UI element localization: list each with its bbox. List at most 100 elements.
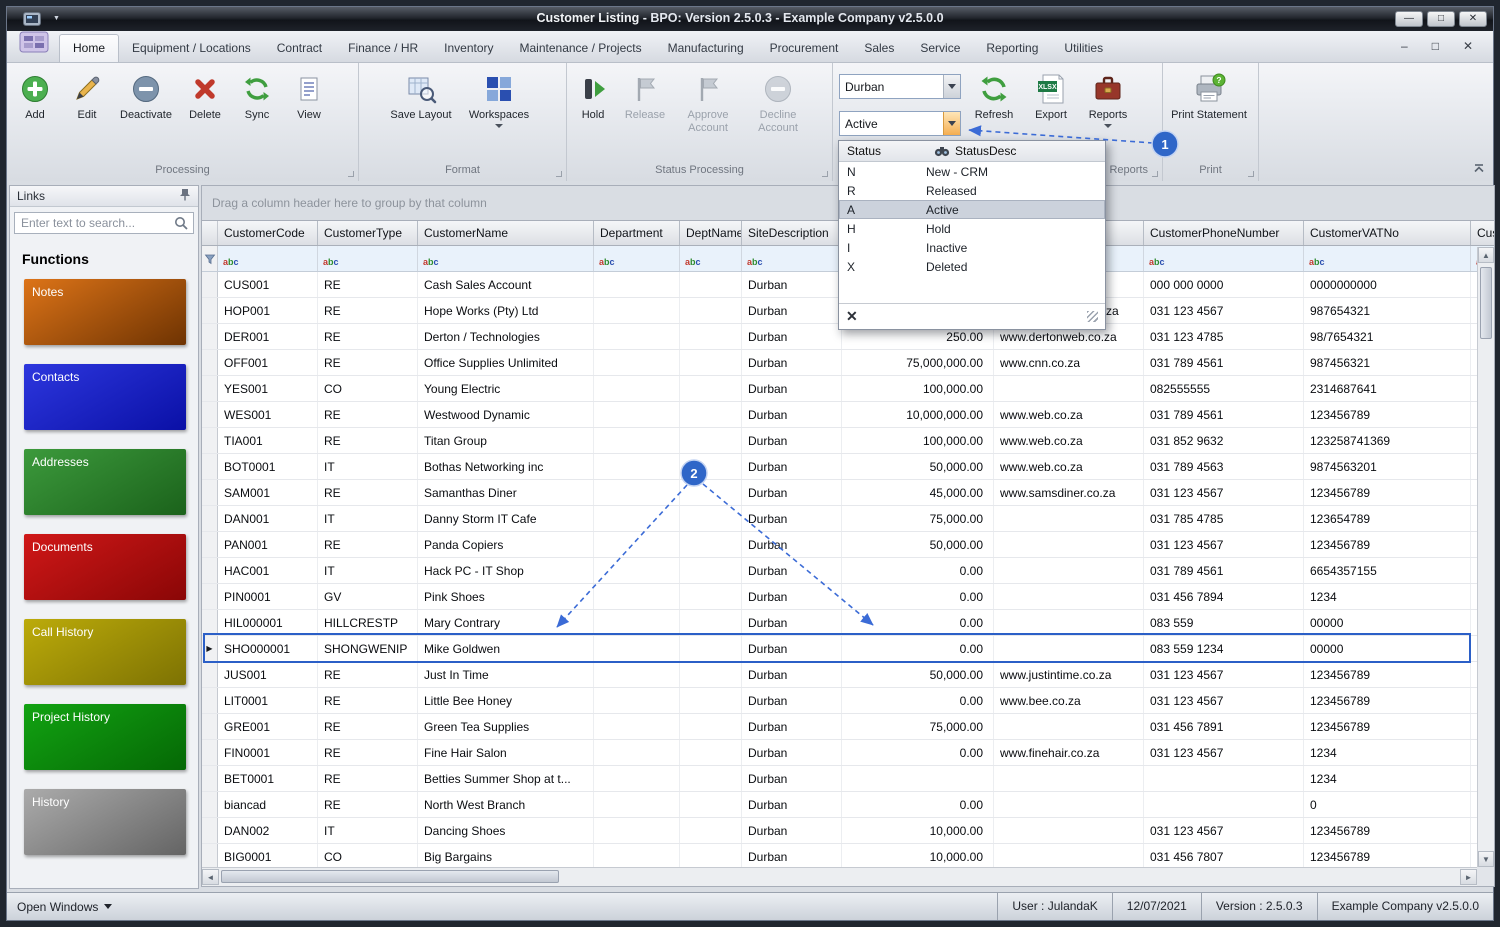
status-option-new-crm[interactable]: N New - CRM: [839, 162, 1105, 181]
tab-contract[interactable]: Contract: [264, 35, 335, 62]
table-row-fin0001[interactable]: FIN0001 RE Fine Hair Salon Durban 0.00 www.fi…: [202, 740, 1494, 766]
tab-utilities[interactable]: Utilities: [1051, 35, 1116, 62]
scroll-left-arrow-icon[interactable]: ◄: [202, 869, 219, 885]
sidebar-tile-history[interactable]: History: [24, 789, 186, 855]
resize-grip-icon[interactable]: [1087, 310, 1098, 322]
vertical-scrollbar[interactable]: ▲ ▼: [1477, 247, 1494, 867]
filter-cell-customername[interactable]: abc: [418, 246, 594, 271]
column-header-customervatno[interactable]: CustomerVATNo: [1304, 221, 1471, 245]
table-row-lit0001[interactable]: LIT0001 RE Little Bee Honey Durban 0.00 www.b…: [202, 688, 1494, 714]
table-row-hil000001[interactable]: HIL000001 HILLCRESTP Mary Contrary Durban 0.…: [202, 610, 1494, 636]
site-filter-combo[interactable]: Durban: [839, 74, 961, 99]
sidebar-tile-call-history[interactable]: Call History: [24, 619, 186, 685]
table-row-pin0001[interactable]: PIN0001 GV Pink Shoes Durban 0.00 031 456 789…: [202, 584, 1494, 610]
scroll-up-arrow-icon[interactable]: ▲: [1478, 247, 1494, 263]
tab-inventory[interactable]: Inventory: [431, 35, 506, 62]
filter-cell-customercode[interactable]: abc: [218, 246, 318, 271]
tab-reporting[interactable]: Reporting: [973, 35, 1051, 62]
site-combo-dropdown-button[interactable]: [943, 75, 960, 98]
search-input[interactable]: [14, 212, 194, 234]
status-option-hold[interactable]: H Hold: [839, 219, 1105, 238]
export-button[interactable]: XLSX Export: [1023, 67, 1079, 122]
hold-button[interactable]: Hold: [569, 67, 617, 122]
filter-cell-department[interactable]: abc: [594, 246, 680, 271]
sidebar-tile-notes[interactable]: Notes: [24, 279, 186, 345]
reports-button[interactable]: Reports: [1079, 67, 1137, 128]
status-combo-dropdown-button[interactable]: [943, 112, 960, 135]
tab-maintenance-projects[interactable]: Maintenance / Projects: [507, 35, 655, 62]
table-row-gre001[interactable]: GRE001 RE Green Tea Supplies Durban 75,000.0…: [202, 714, 1494, 740]
table-row-dan001[interactable]: DAN001 IT Danny Storm IT Cafe Durban 75,000.…: [202, 506, 1494, 532]
column-header-sitedescription[interactable]: SiteDescription: [742, 221, 842, 245]
workspaces-button[interactable]: Workspaces: [459, 67, 539, 128]
status-option-active[interactable]: A Active: [839, 200, 1105, 219]
filter-cell-customervatno[interactable]: abc: [1304, 246, 1471, 271]
maximize-button[interactable]: □: [1427, 11, 1455, 27]
tab-finance-hr[interactable]: Finance / HR: [335, 35, 431, 62]
status-column-header[interactable]: Status: [839, 144, 934, 158]
table-row-sho000001[interactable]: ▶ SHO000001 SHONGWENIP Mike Goldwen Durban 0.…: [202, 636, 1494, 662]
status-filter-combo[interactable]: Active: [839, 111, 961, 136]
status-option-inactive[interactable]: I Inactive: [839, 238, 1105, 257]
ribbon-restore-icon[interactable]: □: [1432, 39, 1439, 53]
table-row-dan002[interactable]: DAN002 IT Dancing Shoes Durban 10,000.00 031 …: [202, 818, 1494, 844]
sidebar-tile-contacts[interactable]: Contacts: [24, 364, 186, 430]
tab-manufacturing[interactable]: Manufacturing: [655, 35, 757, 62]
table-row-yes001[interactable]: YES001 CO Young Electric Durban 100,000.00 08…: [202, 376, 1494, 402]
table-row-off001[interactable]: OFF001 RE Office Supplies Unlimited Durban 7…: [202, 350, 1494, 376]
table-row-biancad[interactable]: biancad RE North West Branch Durban 0.00 0: [202, 792, 1494, 818]
view-button[interactable]: View: [283, 67, 335, 122]
tab-equipment-locations[interactable]: Equipment / Locations: [119, 35, 264, 62]
app-logo-icon[interactable]: [19, 31, 49, 58]
collapse-ribbon-icon[interactable]: [1473, 160, 1485, 178]
table-row-bot0001[interactable]: BOT0001 IT Bothas Networking inc Durban 50,0…: [202, 454, 1494, 480]
tab-sales[interactable]: Sales: [851, 35, 907, 62]
filter-cell-sitedescription[interactable]: abc: [742, 246, 842, 271]
decline-account-button[interactable]: Decline Account: [743, 67, 813, 134]
filter-cell-customertype[interactable]: abc: [318, 246, 418, 271]
table-row-wes001[interactable]: WES001 RE Westwood Dynamic Durban 10,000,000…: [202, 402, 1494, 428]
release-button[interactable]: Release: [617, 67, 673, 122]
delete-button[interactable]: Delete: [179, 67, 231, 122]
status-option-released[interactable]: R Released: [839, 181, 1105, 200]
close-button[interactable]: ✕: [1459, 11, 1487, 27]
deactivate-button[interactable]: Deactivate: [113, 67, 179, 122]
print-statement-button[interactable]: ? Print Statement: [1165, 67, 1253, 122]
edit-button[interactable]: Edit: [61, 67, 113, 122]
scroll-right-arrow-icon[interactable]: ►: [1460, 869, 1477, 885]
column-header-customername[interactable]: CustomerName: [418, 221, 594, 245]
sidebar-tile-project-history[interactable]: Project History: [24, 704, 186, 770]
statusdesc-column-header[interactable]: StatusDesc: [934, 144, 1016, 158]
tab-procurement[interactable]: Procurement: [757, 35, 852, 62]
horizontal-scrollbar-thumb[interactable]: [221, 870, 559, 883]
table-row-sam001[interactable]: SAM001 RE Samanthas Diner Durban 45,000.00 ww…: [202, 480, 1494, 506]
ribbon-minimize-icon[interactable]: –: [1401, 39, 1408, 53]
table-row-big0001[interactable]: BIG0001 CO Big Bargains Durban 10,000.00 031 …: [202, 844, 1494, 869]
approve-account-button[interactable]: Approve Account: [673, 67, 743, 134]
column-header-customerphonenumber[interactable]: CustomerPhoneNumber: [1144, 221, 1304, 245]
column-header-customertype[interactable]: CustomerType: [318, 221, 418, 245]
tab-home[interactable]: Home: [59, 34, 120, 62]
quick-access-app-icon[interactable]: [23, 12, 41, 31]
refresh-button[interactable]: Refresh: [965, 67, 1023, 122]
table-row-bet0001[interactable]: BET0001 RE Betties Summer Shop at t... Durb…: [202, 766, 1494, 792]
column-header-department[interactable]: Department: [594, 221, 680, 245]
column-header-customercode[interactable]: CustomerCode: [218, 221, 318, 245]
table-row-jus001[interactable]: JUS001 RE Just In Time Durban 50,000.00 www.j…: [202, 662, 1494, 688]
minimize-button[interactable]: —: [1395, 11, 1423, 27]
ribbon-close-icon[interactable]: ✕: [1463, 39, 1473, 53]
table-row-hac001[interactable]: HAC001 IT Hack PC - IT Shop Durban 0.00 031 7…: [202, 558, 1494, 584]
clear-filter-icon[interactable]: ✕: [846, 308, 858, 325]
quick-access-caret-icon[interactable]: ▼: [53, 15, 60, 22]
sync-button[interactable]: Sync: [231, 67, 283, 122]
vertical-scrollbar-thumb[interactable]: [1480, 267, 1492, 339]
sidebar-tile-documents[interactable]: Documents: [24, 534, 186, 600]
pin-icon[interactable]: [179, 188, 191, 204]
column-header-cus[interactable]: Cus: [1471, 221, 1494, 245]
column-header-deptname[interactable]: DeptName: [680, 221, 742, 245]
save-layout-button[interactable]: Save Layout: [383, 67, 459, 122]
horizontal-scrollbar[interactable]: ◄ ►: [202, 867, 1477, 886]
sidebar-tile-addresses[interactable]: Addresses: [24, 449, 186, 515]
filter-cell-customerphonenumber[interactable]: abc: [1144, 246, 1304, 271]
add-button[interactable]: Add: [9, 67, 61, 122]
